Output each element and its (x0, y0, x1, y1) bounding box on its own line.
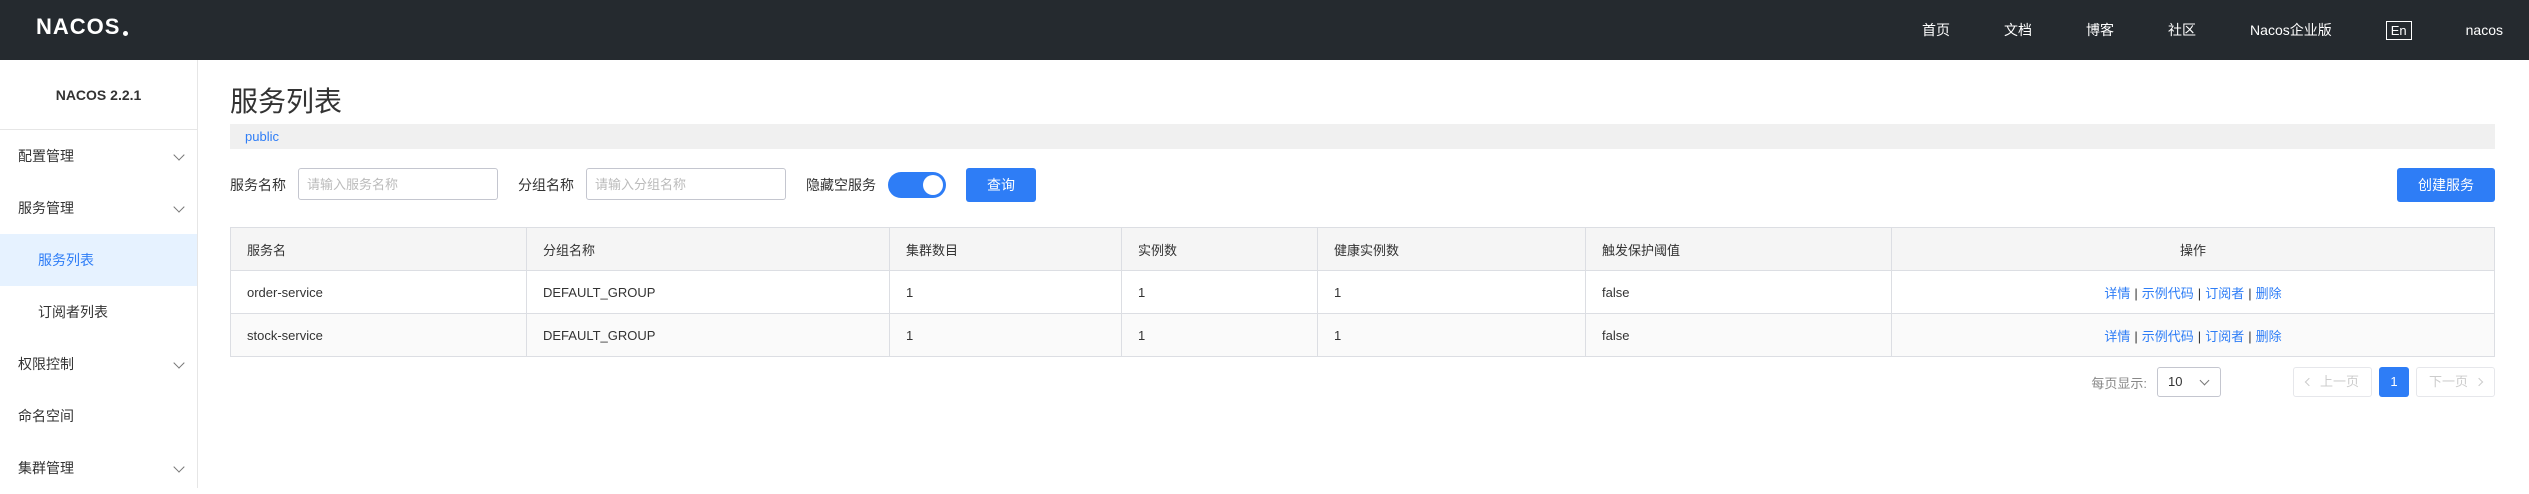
cell-healthy-count: 1 (1317, 313, 1586, 357)
chevron-left-icon (2304, 377, 2314, 387)
group-name-input[interactable] (586, 168, 786, 200)
sidebar-item-service-list[interactable]: 服务列表 (0, 234, 197, 286)
cell-cluster-count: 1 (889, 313, 1122, 357)
prev-page-label: 上一页 (2319, 374, 2359, 389)
column-header-healthy-instance-count: 健康实例数 (1317, 227, 1586, 271)
sample-code-link[interactable]: 示例代码 (2142, 329, 2194, 344)
column-header-service-name: 服务名 (230, 227, 527, 271)
sidebar-item-label: 权限控制 (18, 356, 74, 372)
sidebar-item-cluster-management[interactable]: 集群管理 (0, 442, 197, 494)
namespace-link-public[interactable]: public (245, 129, 279, 144)
page-title: 服务列表 (230, 86, 343, 117)
next-page-button[interactable]: 下一页 (2415, 367, 2495, 397)
nav-community-link[interactable]: 社区 (2168, 20, 2196, 40)
detail-link[interactable]: 详情 (2104, 329, 2130, 344)
sidebar-item-label: 配置管理 (18, 148, 74, 164)
column-header-protect-threshold: 触发保护阈值 (1585, 227, 1892, 271)
pagination: 每页显示: 10 上一页 1 下一页 (2091, 366, 2495, 398)
cell-group-name: DEFAULT_GROUP (526, 270, 890, 314)
delete-link[interactable]: 删除 (2256, 286, 2282, 301)
per-page-select[interactable]: 10 (2156, 367, 2221, 397)
top-navbar: NACOS 首页 文档 博客 社区 Nacos企业版 En nacos (0, 0, 2529, 60)
subscribers-link[interactable]: 订阅者 (2205, 286, 2244, 301)
nav-enterprise-link[interactable]: Nacos企业版 (2250, 20, 2332, 40)
sidebar-item-service-management[interactable]: 服务管理 (0, 182, 197, 234)
page-number-button[interactable]: 1 (2378, 367, 2409, 397)
sidebar-item-namespace[interactable]: 命名空间 (0, 390, 197, 442)
column-header-operations: 操作 (1891, 227, 2495, 271)
service-name-label: 服务名称 (230, 177, 286, 193)
delete-link[interactable]: 删除 (2256, 329, 2282, 344)
sidebar-item-label: 订阅者列表 (38, 304, 108, 320)
logo-dot-icon (123, 30, 129, 36)
cell-operations: 详情 | 示例代码 | 订阅者 | 删除 (1891, 270, 2495, 314)
cell-group-name: DEFAULT_GROUP (526, 313, 890, 357)
column-header-instance-count: 实例数 (1121, 227, 1318, 271)
subscribers-link[interactable]: 订阅者 (2205, 329, 2244, 344)
cell-operations: 详情 | 示例代码 | 订阅者 | 删除 (1891, 313, 2495, 357)
chevron-down-icon (173, 461, 185, 473)
op-separator: | (2248, 328, 2252, 344)
logo-text: NACOS (36, 14, 121, 39)
sidebar-item-access-control[interactable]: 权限控制 (0, 338, 197, 390)
create-service-button[interactable]: 创建服务 (2397, 168, 2495, 202)
prev-page-button[interactable]: 上一页 (2292, 367, 2372, 397)
column-header-cluster-count: 集群数目 (889, 227, 1122, 271)
current-user[interactable]: nacos (2466, 22, 2503, 38)
chevron-right-icon (2474, 377, 2484, 387)
chevron-down-icon (173, 149, 185, 161)
sidebar-item-label: 服务管理 (18, 200, 74, 216)
cell-instance-count: 1 (1121, 270, 1318, 314)
cell-service-name: order-service (230, 270, 527, 314)
cell-protect-threshold: false (1585, 270, 1892, 314)
hide-empty-services-toggle[interactable] (888, 172, 946, 198)
op-separator: | (2197, 285, 2202, 301)
service-table: 服务名 分组名称 集群数目 实例数 健康实例数 触发保护阈值 操作 order-… (230, 227, 2495, 357)
sidebar-item-label: 服务列表 (38, 252, 94, 268)
nacos-logo[interactable]: NACOS (36, 12, 129, 42)
cell-service-name: stock-service (230, 313, 527, 357)
sidebar-item-config-management[interactable]: 配置管理 (0, 130, 197, 182)
sidebar-item-label: 命名空间 (18, 408, 74, 424)
next-page-label: 下一页 (2428, 374, 2468, 389)
service-name-input[interactable] (298, 168, 498, 200)
cell-cluster-count: 1 (889, 270, 1122, 314)
chevron-down-icon (173, 201, 185, 213)
filter-bar: 服务名称 分组名称 隐藏空服务 查询 创建服务 (230, 168, 2495, 202)
language-toggle-button[interactable]: En (2385, 20, 2412, 40)
sidebar: NACOS 2.2.1 配置管理 服务管理 服务列表 订阅者列表 权限控制 命名… (0, 60, 198, 488)
cell-healthy-count: 1 (1317, 270, 1586, 314)
sample-code-link[interactable]: 示例代码 (2142, 286, 2194, 301)
per-page-label: 每页显示: (2091, 375, 2147, 391)
nav-blog-link[interactable]: 博客 (2086, 20, 2114, 40)
sidebar-item-label: 集群管理 (18, 460, 74, 476)
op-separator: | (2248, 285, 2252, 301)
hide-empty-services-label: 隐藏空服务 (806, 177, 876, 193)
op-separator: | (2197, 328, 2202, 344)
table-row: stock-service DEFAULT_GROUP 1 1 1 false … (230, 313, 2495, 357)
nav-docs-link[interactable]: 文档 (2004, 20, 2032, 40)
nav-home-link[interactable]: 首页 (1922, 20, 1950, 40)
column-header-group-name: 分组名称 (526, 227, 890, 271)
table-row: order-service DEFAULT_GROUP 1 1 1 false … (230, 270, 2495, 314)
cell-protect-threshold: false (1585, 313, 1892, 357)
chevron-down-icon (2199, 375, 2210, 386)
toggle-knob (923, 175, 943, 195)
top-nav-links: 首页 文档 博客 社区 Nacos企业版 En nacos (1922, 0, 2529, 60)
sidebar-item-subscriber-list[interactable]: 订阅者列表 (0, 286, 197, 338)
per-page-value: 10 (2167, 374, 2183, 389)
cell-instance-count: 1 (1121, 313, 1318, 357)
namespace-bar: public (230, 124, 2495, 149)
op-separator: | (2134, 285, 2138, 301)
table-header-row: 服务名 分组名称 集群数目 实例数 健康实例数 触发保护阈值 操作 (230, 227, 2495, 271)
group-name-label: 分组名称 (518, 177, 574, 193)
query-button[interactable]: 查询 (966, 168, 1036, 202)
sidebar-version-title: NACOS 2.2.1 (0, 60, 197, 130)
op-separator: | (2134, 328, 2138, 344)
detail-link[interactable]: 详情 (2104, 286, 2130, 301)
chevron-down-icon (173, 357, 185, 369)
